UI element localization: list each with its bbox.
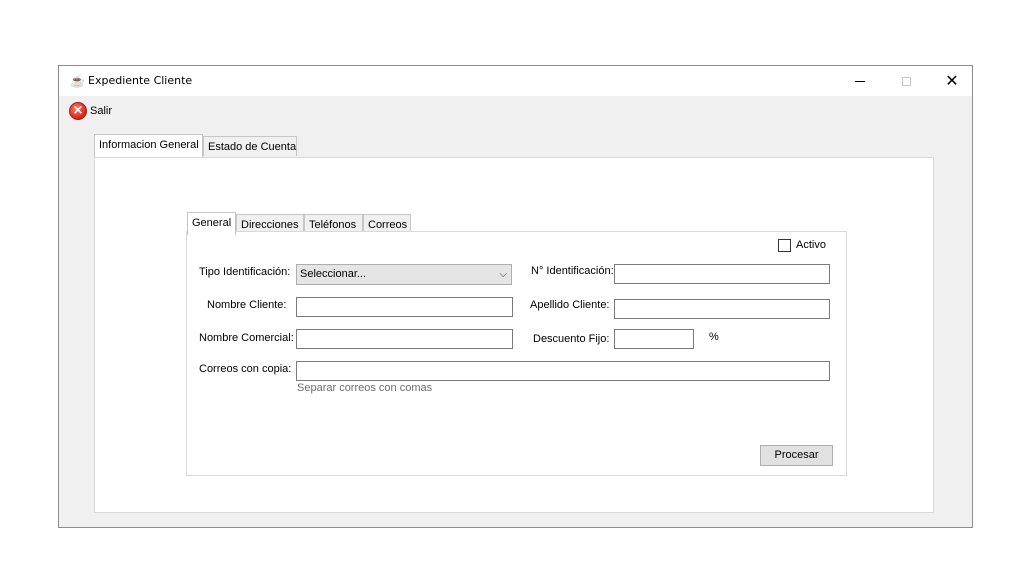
maximize-icon <box>901 76 911 86</box>
tipo-identificacion-value: Seleccionar... <box>300 268 367 280</box>
close-window-button[interactable]: ✕ <box>929 66 975 96</box>
descuento-fijo-label: Descuento Fijo: <box>533 333 610 345</box>
title-bar: ☕ Expediente Cliente ✕ <box>59 66 972 96</box>
informacion-general-panel: General Direcciones Teléfonos Correos Ac… <box>94 157 934 513</box>
nombre-comercial-input[interactable] <box>296 329 513 349</box>
activo-label: Activo <box>796 239 826 251</box>
tipo-identificacion-select[interactable]: Seleccionar... ⌵ <box>296 264 512 285</box>
window-title: Expediente Cliente <box>88 74 193 87</box>
maximize-button[interactable] <box>883 66 929 96</box>
minimize-button[interactable] <box>837 66 883 96</box>
activo-checkbox[interactable] <box>778 239 791 252</box>
app-icon: ☕ <box>70 74 85 88</box>
nombre-comercial-label: Nombre Comercial: <box>199 332 294 344</box>
descuento-fijo-input[interactable] <box>614 329 694 349</box>
apellido-cliente-input[interactable] <box>614 299 830 319</box>
general-panel: Activo Tipo Identificación: Seleccionar.… <box>186 231 847 476</box>
correos-hint: Separar correos con comas <box>297 382 433 394</box>
correos-copia-input[interactable] <box>296 361 830 381</box>
procesar-button[interactable]: Procesar <box>760 445 833 466</box>
tipo-identificacion-label: Tipo Identificación: <box>199 266 291 278</box>
close-icon: ✕ <box>945 71 959 90</box>
expediente-cliente-window: ☕ Expediente Cliente ✕ × Salir Informaci… <box>58 65 973 528</box>
salir-label: Salir <box>90 105 113 117</box>
tab-estado-de-cuenta[interactable]: Estado de Cuenta <box>203 136 297 156</box>
close-circle-icon: × <box>69 102 87 120</box>
nombre-cliente-input[interactable] <box>296 297 513 317</box>
tab-informacion-general[interactable]: Informacion General <box>94 134 203 157</box>
chevron-down-icon: ⌵ <box>499 269 507 280</box>
tab-general[interactable]: General <box>187 212 236 235</box>
apellido-cliente-label: Apellido Cliente: <box>530 299 610 311</box>
n-identificacion-label: N° Identificación: <box>531 265 614 277</box>
n-identificacion-input[interactable] <box>614 264 830 284</box>
percent-symbol: % <box>709 331 719 343</box>
salir-button[interactable]: × Salir <box>69 101 112 121</box>
correos-copia-label: Correos con copia: <box>199 363 292 375</box>
nombre-cliente-label: Nombre Cliente: <box>207 299 287 311</box>
minimize-icon <box>855 80 865 82</box>
